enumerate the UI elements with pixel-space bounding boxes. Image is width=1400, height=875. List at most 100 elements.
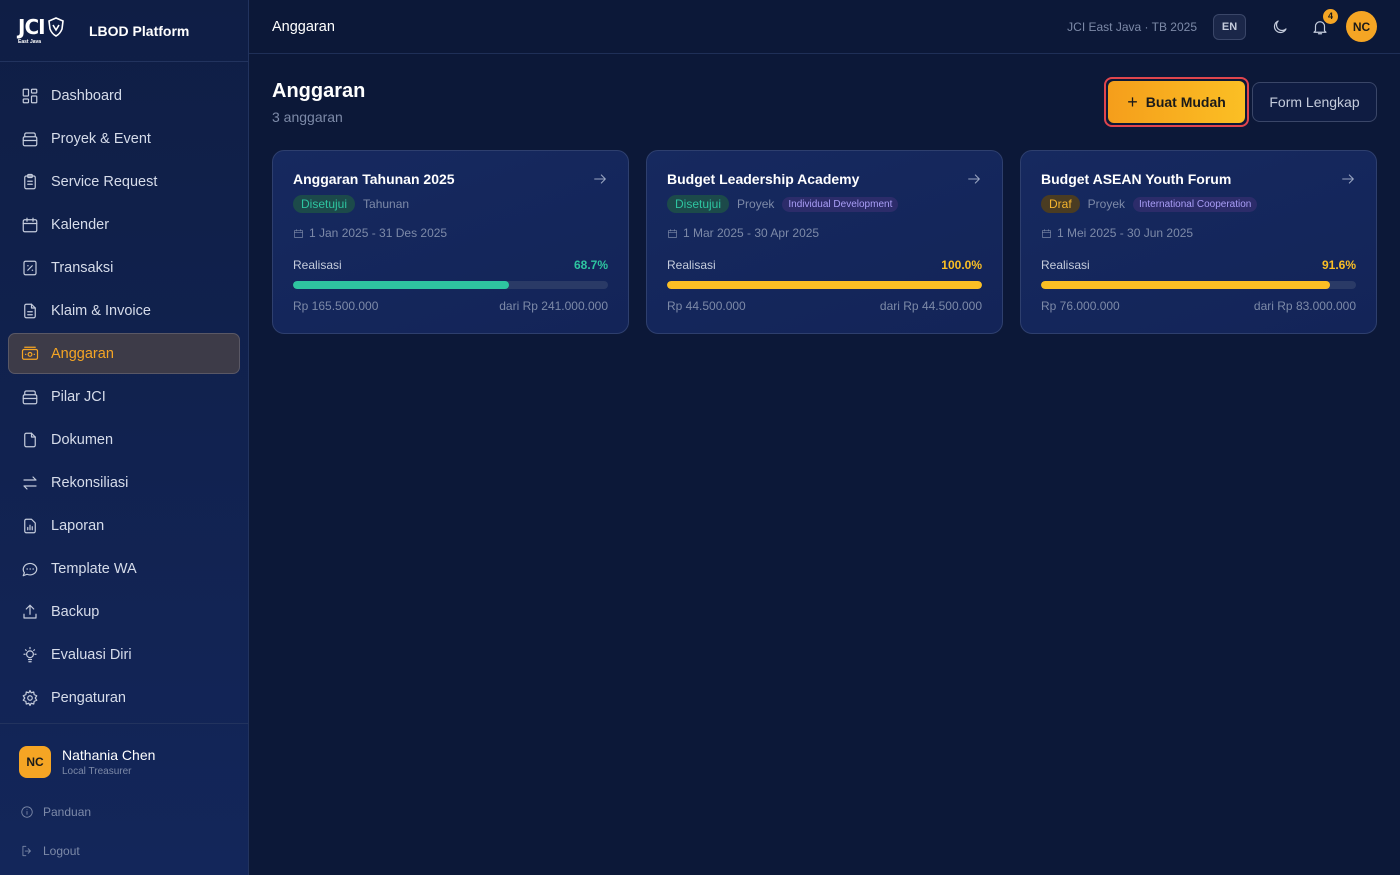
progress-bar xyxy=(293,281,608,289)
date-range-text: 1 Jan 2025 - 31 Des 2025 xyxy=(309,226,448,240)
sidebar-item-laporan[interactable]: Laporan xyxy=(8,505,240,546)
sidebar-item-label: Kalender xyxy=(51,216,110,233)
sidebar-item-label: Anggaran xyxy=(51,345,114,362)
budget-type: Proyek xyxy=(1087,197,1126,211)
briefcase-icon xyxy=(21,130,39,148)
realisasi-label: Realisasi xyxy=(667,258,716,272)
header-title: Anggaran xyxy=(272,18,335,35)
calendar-icon xyxy=(668,228,677,238)
sidebar-item-dokumen[interactable]: Dokumen xyxy=(8,419,240,460)
pillar-icon xyxy=(21,388,39,406)
progress-bar xyxy=(1041,281,1356,289)
user-name: Nathania Chen xyxy=(62,747,156,763)
moon-icon[interactable] xyxy=(1270,17,1290,37)
sidebar-item-label: Rekonsiliasi xyxy=(51,474,129,491)
wallet-icon xyxy=(21,345,39,363)
logo-subtitle: East Java xyxy=(18,38,42,45)
guide-link[interactable]: Panduan xyxy=(0,802,248,822)
card-title: Anggaran Tahunan 2025 xyxy=(293,171,455,187)
sidebar-item-label: Pilar JCI xyxy=(51,388,106,405)
sidebar-item-anggaran[interactable]: Anggaran xyxy=(8,333,240,374)
date-range: 1 Mar 2025 - 30 Apr 2025 xyxy=(667,226,982,240)
sidebar: JCI East Java LBOD Platform Dashboard Pr… xyxy=(0,0,249,875)
sidebar-item-label: Dashboard xyxy=(51,87,122,104)
total-amount: dari Rp 83.000.000 xyxy=(1253,299,1356,313)
sidebar-item-label: Template WA xyxy=(51,560,137,577)
date-range-text: 1 Mei 2025 - 30 Jun 2025 xyxy=(1057,226,1194,240)
progress-fill xyxy=(667,281,982,289)
sidebar-item-proyek-event[interactable]: Proyek & Event xyxy=(8,118,240,159)
platform-name: LBOD Platform xyxy=(89,22,190,39)
jci-logo: JCI East Java xyxy=(18,15,74,47)
logo-text: JCI xyxy=(18,14,46,39)
shield-logo-icon xyxy=(47,16,64,37)
calendar-icon xyxy=(21,216,39,234)
page-subtitle: 3 anggaran xyxy=(272,109,343,125)
sidebar-item-backup[interactable]: Backup xyxy=(8,591,240,632)
realisasi-percent: 68.7% xyxy=(573,258,608,272)
sidebar-item-label: Service Request xyxy=(51,173,158,190)
main-content: Anggaran 3 anggaran + Buat Mudah Form Le… xyxy=(249,54,1400,875)
sidebar-item-service-request[interactable]: Service Request xyxy=(8,161,240,202)
page-title: Anggaran xyxy=(272,80,366,102)
status-badge: Disetujui xyxy=(667,195,730,213)
notification-badge: 4 xyxy=(1323,8,1338,24)
sidebar-item-label: Backup xyxy=(51,603,100,620)
sidebar-item-kalender[interactable]: Kalender xyxy=(8,204,240,245)
sidebar-item-transaksi[interactable]: Transaksi xyxy=(8,247,240,288)
header-avatar[interactable]: NC xyxy=(1346,11,1377,42)
sidebar-item-label: Proyek & Event xyxy=(51,130,151,147)
logout-label: Logout xyxy=(43,844,80,858)
report-icon xyxy=(21,517,39,535)
budget-card[interactable]: Anggaran Tahunan 2025 Disetujui Tahunan … xyxy=(272,150,629,334)
arrow-right-icon[interactable] xyxy=(966,171,982,187)
lightbulb-icon xyxy=(21,646,39,664)
sidebar-item-label: Klaim & Invoice xyxy=(51,302,151,319)
spent-amount: Rp 76.000.000 xyxy=(1041,299,1120,313)
bell-icon[interactable]: 4 xyxy=(1310,8,1338,37)
sidebar-item-evaluasi-diri[interactable]: Evaluasi Diri xyxy=(8,634,240,675)
sidebar-item-label: Evaluasi Diri xyxy=(51,646,132,663)
arrow-right-icon[interactable] xyxy=(1340,171,1356,187)
realisasi-label: Realisasi xyxy=(293,258,342,272)
plus-icon: + xyxy=(1127,91,1138,112)
budget-card[interactable]: Budget Leadership Academy Disetujui Proy… xyxy=(646,150,1003,334)
info-icon xyxy=(21,806,33,818)
sidebar-item-dashboard[interactable]: Dashboard xyxy=(8,75,240,116)
sidebar-item-label: Pengaturan xyxy=(51,689,126,706)
user-profile[interactable]: NC Nathania Chen Local Treasurer xyxy=(0,724,248,778)
receipt-icon xyxy=(21,259,39,277)
brand[interactable]: JCI East Java LBOD Platform xyxy=(0,0,248,62)
avatar: NC xyxy=(19,746,51,778)
budget-card[interactable]: Budget ASEAN Youth Forum Draf Proyek Int… xyxy=(1020,150,1377,334)
dashboard-icon xyxy=(21,87,39,105)
date-range: 1 Mei 2025 - 30 Jun 2025 xyxy=(1041,226,1356,240)
logout-link[interactable]: Logout xyxy=(0,841,248,861)
progress-fill xyxy=(1041,281,1330,289)
pillar-badge: International Cooperation xyxy=(1133,196,1258,212)
sidebar-item-rekonsiliasi[interactable]: Rekonsiliasi xyxy=(8,462,240,503)
sidebar-item-label: Laporan xyxy=(51,517,105,534)
card-title: Budget ASEAN Youth Forum xyxy=(1041,171,1232,187)
card-title: Budget Leadership Academy xyxy=(667,171,860,187)
progress-bar xyxy=(667,281,982,289)
sidebar-item-klaim-invoice[interactable]: Klaim & Invoice xyxy=(8,290,240,331)
upload-icon xyxy=(21,603,39,621)
chat-icon xyxy=(21,560,39,578)
sidebar-item-template-wa[interactable]: Template WA xyxy=(8,548,240,589)
realisasi-percent: 100.0% xyxy=(941,258,982,272)
status-badge: Disetujui xyxy=(293,195,356,213)
clipboard-icon xyxy=(21,173,39,191)
sidebar-item-pilar-jci[interactable]: Pilar JCI xyxy=(8,376,240,417)
full-form-button[interactable]: Form Lengkap xyxy=(1252,82,1377,122)
total-amount: dari Rp 44.500.000 xyxy=(879,299,982,313)
calendar-icon xyxy=(1042,228,1051,238)
arrow-right-icon[interactable] xyxy=(592,171,608,187)
quick-create-button[interactable]: + Buat Mudah xyxy=(1104,77,1249,127)
language-toggle[interactable]: EN xyxy=(1213,13,1246,40)
total-amount: dari Rp 241.000.000 xyxy=(499,299,608,313)
sidebar-item-pengaturan[interactable]: Pengaturan xyxy=(8,677,240,718)
realisasi-percent: 91.6% xyxy=(1321,258,1356,272)
logout-icon xyxy=(22,845,31,857)
realisasi-label: Realisasi xyxy=(1041,258,1090,272)
